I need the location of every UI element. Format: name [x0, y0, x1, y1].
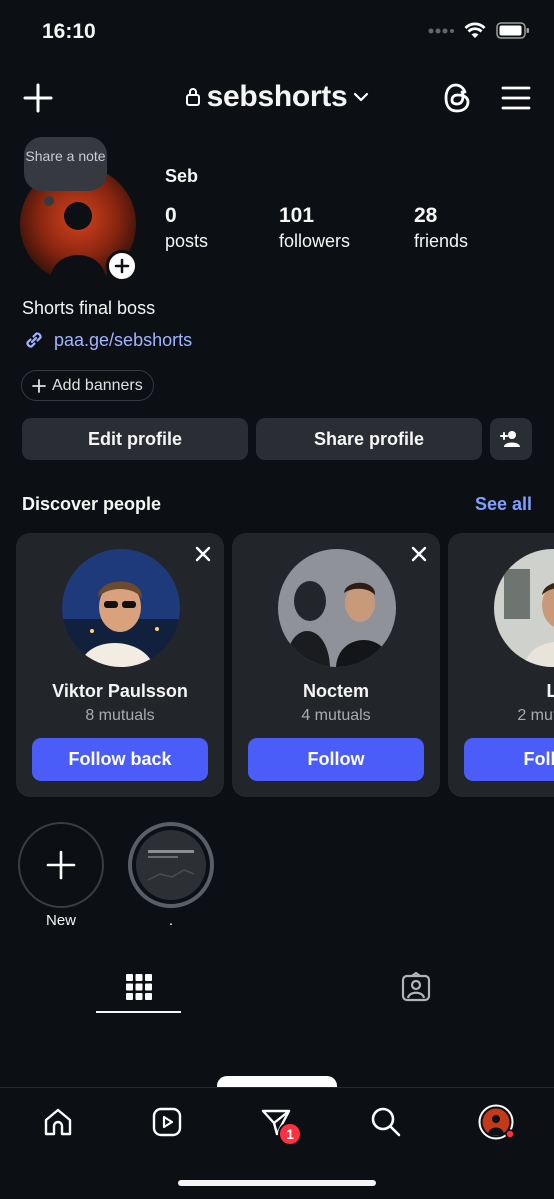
add-person-icon [500, 431, 520, 447]
suggestion-name: Viktor Paulsson [52, 681, 188, 701]
stat-label: friends [414, 231, 469, 251]
note-bubble-tail [44, 196, 54, 206]
suggestion-card[interactable]: Noctem 4 mutuals Follow [232, 533, 440, 797]
follow-button[interactable]: Follow [248, 738, 424, 781]
highlight-label: New [45, 912, 76, 929]
person-photo-icon [62, 549, 180, 667]
dismiss-button[interactable] [410, 545, 428, 563]
nav-home[interactable] [40, 1104, 76, 1140]
tagged-person-icon [401, 972, 431, 1002]
tab-tagged[interactable] [376, 960, 456, 1014]
new-highlight-ring[interactable] [18, 822, 104, 908]
wifi-icon [464, 22, 486, 38]
plus-icon [32, 378, 46, 393]
grid-icon [125, 974, 152, 1000]
threads-icon [444, 83, 470, 113]
username: sebshorts [206, 80, 348, 113]
suggestion-card[interactable]: L 2 mutuals Follow [448, 533, 554, 797]
hamburger-icon [501, 86, 531, 110]
profile-header: sebshorts [0, 72, 554, 126]
home-indicator [178, 1180, 376, 1186]
close-icon [195, 546, 211, 562]
discover-title: Discover people [22, 494, 162, 514]
suggestion-avatar[interactable] [494, 549, 554, 667]
reels-icon [152, 1107, 182, 1137]
profile-avatar-icon [478, 1104, 514, 1140]
display-name: Seb [165, 166, 199, 186]
highlight-item[interactable]: . [128, 822, 214, 929]
highlight-label: . [168, 912, 174, 929]
link-icon [26, 332, 42, 348]
status-bar: 16:10 [0, 0, 554, 66]
active-tab-indicator [96, 1011, 181, 1013]
add-banners-label: Add banners [52, 376, 143, 394]
lock-icon [185, 88, 200, 106]
suggestion-card[interactable]: Viktor Paulsson 8 mutuals Follow back [16, 533, 224, 797]
highlight-cover[interactable] [128, 822, 214, 908]
content-tabs [0, 960, 554, 1014]
stat-value: 101 [279, 204, 315, 227]
search-icon [371, 1107, 401, 1137]
share-note-bubble[interactable]: Share a note [24, 137, 107, 191]
stat-followers[interactable]: 101 followers [279, 204, 350, 252]
battery-icon [496, 22, 529, 39]
suggestion-name: Noctem [302, 681, 369, 701]
edit-profile-button[interactable]: Edit profile [22, 418, 248, 460]
status-icons [428, 22, 530, 39]
share-profile-button[interactable]: Share profile [256, 418, 482, 460]
add-banners-button[interactable]: Add banners [21, 370, 154, 401]
stat-friends[interactable]: 28 friends [414, 204, 468, 252]
home-icon [44, 1108, 72, 1136]
follow-button[interactable]: Follow [464, 738, 554, 781]
chevron-down-icon [354, 92, 369, 102]
stat-value: 0 [165, 204, 177, 227]
nav-profile[interactable] [478, 1104, 514, 1140]
suggestion-mutuals: 4 mutuals [301, 707, 371, 724]
nav-search[interactable] [368, 1104, 404, 1140]
see-all-link[interactable]: See all [475, 494, 532, 515]
discover-people-toggle[interactable] [490, 418, 532, 460]
person-photo-icon [494, 549, 554, 667]
highlight-new[interactable]: New [18, 822, 104, 929]
plus-icon [46, 850, 76, 880]
stat-label: posts [165, 231, 209, 251]
suggestion-name: L [546, 681, 554, 701]
threads-button[interactable] [441, 81, 475, 115]
stat-value: 28 [414, 204, 438, 227]
person-photo-icon [278, 549, 396, 667]
signal-icon [428, 28, 454, 33]
messages-badge: 1 [278, 1122, 302, 1146]
profile-link[interactable]: paa.ge/sebshorts [22, 328, 192, 352]
follow-back-button[interactable]: Follow back [32, 738, 208, 781]
tab-posts-grid[interactable] [96, 960, 181, 1014]
suggestion-mutuals: 8 mutuals [85, 707, 155, 724]
highlight-thumbnail-icon [136, 830, 206, 900]
stat-label: followers [279, 231, 351, 251]
nav-reels[interactable] [149, 1104, 185, 1140]
add-story-button[interactable] [106, 250, 138, 282]
suggestion-avatar[interactable] [62, 549, 180, 667]
profile-link-text[interactable]: paa.ge/sebshorts [54, 330, 192, 351]
suggestion-avatar[interactable] [278, 549, 396, 667]
dismiss-button[interactable] [194, 545, 212, 563]
menu-button[interactable] [500, 84, 532, 112]
suggestion-mutuals: 2 mutuals [517, 707, 554, 724]
close-icon [411, 546, 427, 562]
bio-text: Shorts final boss [22, 298, 156, 318]
status-time: 16:10 [42, 20, 96, 43]
discover-carousel[interactable]: Viktor Paulsson 8 mutuals Follow back No… [0, 533, 554, 797]
stat-posts[interactable]: 0 posts [165, 204, 208, 252]
plus-icon [114, 258, 130, 274]
